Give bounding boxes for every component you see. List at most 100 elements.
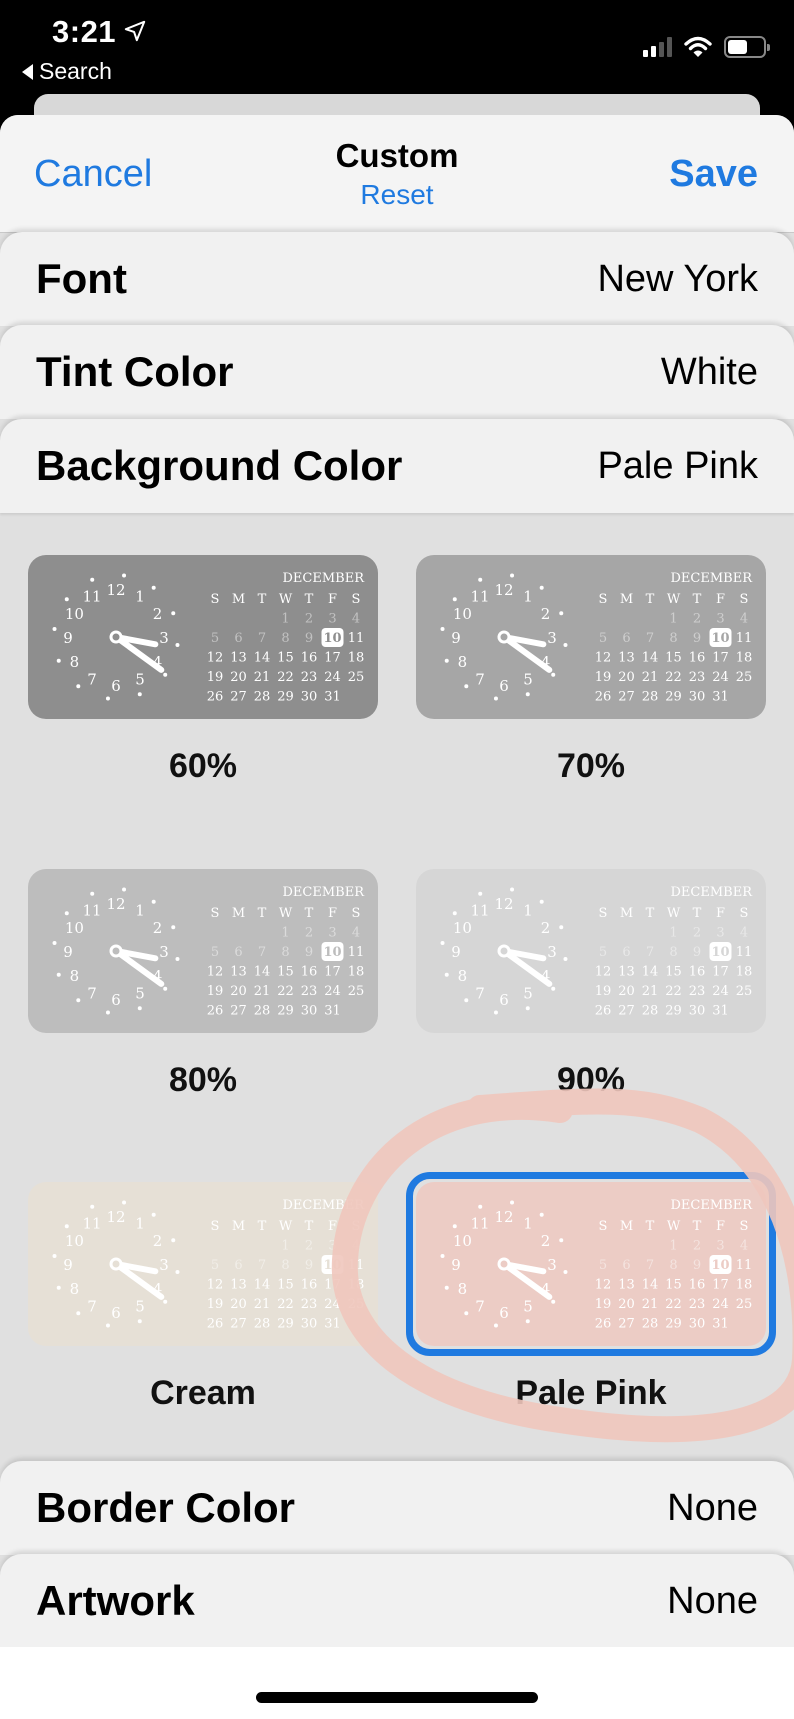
calendar-day: 4 [352, 1239, 360, 1254]
calendar-day: 7 [258, 1258, 266, 1273]
clock-tick [105, 1323, 110, 1328]
clock-tick [137, 1319, 142, 1324]
calendar-day: 8 [281, 945, 289, 960]
calendar-month: DECEMBER [671, 885, 754, 900]
clock-numeral: 12 [106, 1208, 125, 1226]
calendar-day: 27 [230, 1317, 247, 1332]
save-button[interactable]: Save [669, 153, 758, 196]
calendar-day: 6 [622, 631, 630, 646]
calendar-day: 16 [301, 651, 318, 666]
calendar-day: 12 [595, 965, 612, 980]
calendar-month: DECEMBER [671, 571, 754, 586]
calendar-weekday: T [646, 906, 655, 921]
artwork-row[interactable]: Artwork None [0, 1554, 794, 1648]
battery-icon [724, 36, 770, 58]
calendar-day: 15 [277, 651, 294, 666]
calendar-weekday: W [279, 592, 293, 607]
calendar-day: 9 [305, 945, 313, 960]
calendar-day: 21 [254, 984, 271, 999]
calendar-day: 31 [324, 1317, 341, 1332]
border-color-value: None [667, 1486, 758, 1529]
clock-tick [122, 573, 127, 578]
border-color-row[interactable]: Border Color None [0, 1461, 794, 1555]
home-indicator[interactable] [256, 1692, 538, 1703]
back-label: Search [39, 58, 112, 84]
back-to-search-button[interactable]: Search [22, 58, 112, 85]
tint-color-row[interactable]: Tint Color White [0, 325, 794, 419]
signal-icon [643, 37, 672, 57]
clock-tick [175, 1270, 180, 1275]
clock-numeral: 9 [451, 629, 461, 647]
calendar-day: 11 [736, 631, 753, 646]
font-row[interactable]: Font New York [0, 232, 794, 326]
calendar-day: 12 [595, 651, 612, 666]
calendar-day: 20 [230, 670, 247, 685]
calendar-day: 12 [207, 965, 224, 980]
clock-numeral: 12 [494, 581, 513, 599]
calendar-day: 1 [281, 926, 289, 941]
clock-tick [151, 585, 156, 590]
clock-tick [56, 972, 61, 977]
clock-tick [76, 1311, 81, 1316]
clock-tick [539, 899, 544, 904]
clock-tick [151, 899, 156, 904]
clock-numeral: 8 [70, 967, 80, 985]
clock-tick [551, 986, 556, 991]
calendar-day: 20 [618, 670, 635, 685]
calendar-day: 28 [254, 690, 271, 705]
calendar-day: 24 [712, 670, 729, 685]
clock-numeral: 2 [153, 605, 163, 623]
calendar-day: 4 [352, 926, 360, 941]
clock-tick [464, 998, 469, 1003]
clock-numeral: 7 [475, 671, 485, 689]
font-label: Font [36, 255, 127, 302]
calendar-day: 26 [207, 690, 224, 705]
clock-tick [440, 626, 445, 631]
calendar-day: 11 [348, 1258, 365, 1273]
calendar-day: 13 [618, 651, 635, 666]
clock-numeral: 9 [63, 629, 73, 647]
calendar-weekday: S [599, 592, 608, 607]
clock-tick [90, 577, 95, 582]
calendar-weekday: S [211, 1219, 220, 1234]
clock-tick [56, 658, 61, 663]
calendar-day: 19 [207, 1297, 224, 1312]
clock-numeral: 5 [135, 1298, 145, 1316]
clock-tick [52, 626, 57, 631]
clock-center [497, 630, 511, 644]
clock-tick [151, 1212, 156, 1217]
background-color-row[interactable]: Background Color Pale Pink [0, 419, 794, 513]
calendar-day: 4 [740, 926, 748, 941]
clock-numeral: 6 [111, 677, 121, 695]
clock-numeral: 11 [470, 587, 489, 605]
clock-tick [64, 911, 69, 916]
calendar-day: 22 [665, 670, 682, 685]
clock-tick [105, 696, 110, 701]
calendar-day: 24 [324, 984, 341, 999]
clock-tick [464, 684, 469, 689]
calendar-day: 19 [595, 984, 612, 999]
artwork-label: Artwork [36, 1577, 195, 1624]
calendar-weekday: T [258, 906, 267, 921]
clock-tick [452, 911, 457, 916]
clock-numeral: 3 [547, 943, 557, 961]
calendar-day: 11 [348, 945, 365, 960]
calendar-weekday: F [328, 906, 337, 921]
calendar-day: 30 [301, 690, 318, 705]
calendar-day: 15 [665, 651, 682, 666]
clock-numeral: 5 [523, 671, 533, 689]
calendar-weekday: S [211, 906, 220, 921]
calendar-day: 16 [689, 651, 706, 666]
calendar-day: 7 [258, 631, 266, 646]
clock-tick [452, 597, 457, 602]
clock-numeral: 5 [135, 671, 145, 689]
clock-tick [171, 925, 176, 930]
calendar-month: DECEMBER [283, 571, 366, 586]
calendar-day: 30 [301, 1317, 318, 1332]
calendar-day: 16 [689, 965, 706, 980]
clock-tick [52, 940, 57, 945]
calendar-day: 3 [716, 612, 724, 627]
nav-bar: Cancel Custom Reset Save [0, 115, 794, 233]
clock-numeral: 12 [106, 581, 125, 599]
calendar-weekday: S [599, 906, 608, 921]
